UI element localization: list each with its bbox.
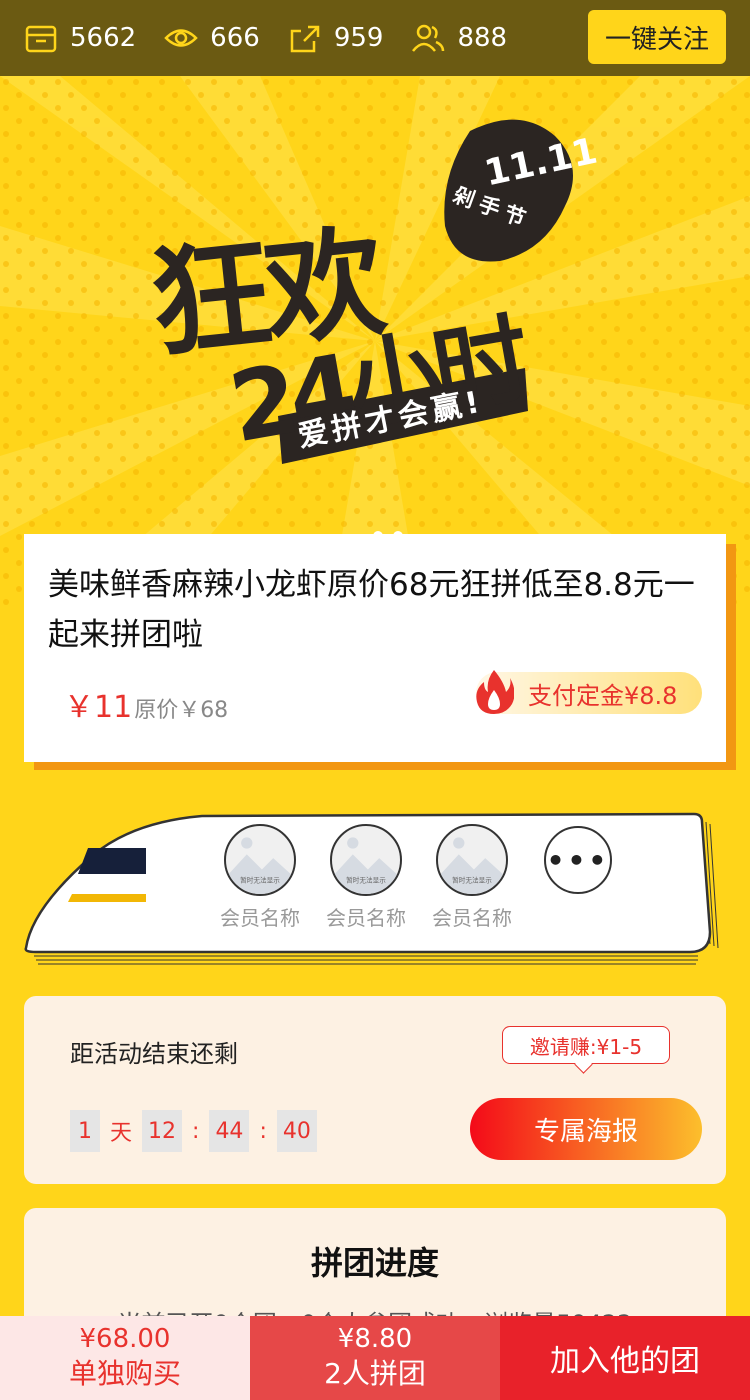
member-item[interactable]: 暂时无法显示 会员名称 (316, 824, 416, 931)
fire-icon (476, 670, 514, 714)
stat-users: 888 (411, 21, 507, 55)
follow-all-button[interactable]: 一键关注 (588, 10, 726, 64)
avatar: 暂时无法显示 (224, 824, 296, 896)
stat-shares: 959 (288, 21, 384, 55)
image-placeholder-icon: 暂时无法显示 (332, 837, 400, 894)
eye-icon (164, 29, 198, 47)
countdown-timer: 1 天 12 : 44 : 40 (70, 1110, 317, 1152)
group-buy-button[interactable]: ¥8.80 2人拼团 (250, 1316, 500, 1400)
member-item[interactable]: 暂时无法显示 会员名称 (422, 824, 522, 931)
price-now: ￥11 (64, 690, 133, 725)
promo-banner[interactable]: 狂欢 24小时 11.11 剁手节 爱拼才会赢! (0, 76, 750, 606)
image-placeholder-icon: 暂时无法显示 (438, 837, 506, 894)
stat-shares-value: 959 (333, 23, 384, 53)
timer-days: 1 (70, 1110, 100, 1152)
timer-minutes: 44 (209, 1110, 250, 1152)
avatar: 暂时无法显示 (436, 824, 508, 896)
avatar-placeholder-text: 暂时无法显示 (240, 876, 280, 885)
more-members-button[interactable]: ••• (544, 826, 612, 894)
share-icon (290, 25, 320, 53)
group-buy-price: ¥8.80 (337, 1324, 413, 1354)
timer-hours: 12 (142, 1110, 183, 1152)
buy-alone-price: ¥68.00 (79, 1324, 171, 1354)
member-name: 会员名称 (326, 906, 406, 930)
shop-icon (25, 25, 57, 53)
price-original: 原价￥68 (134, 698, 229, 723)
timer-separator: : (259, 1118, 267, 1144)
stat-views-value: 666 (210, 23, 260, 53)
member-item[interactable]: 暂时无法显示 会员名称 (210, 824, 310, 931)
countdown-panel: 距活动结束还剩 邀请赚:¥1-5 1 天 12 : 44 : 40 专属海报 (24, 996, 726, 1184)
buy-alone-button[interactable]: ¥68.00 单独购买 (0, 1316, 250, 1400)
countdown-label: 距活动结束还剩 (70, 1040, 238, 1068)
group-members-train: 暂时无法显示 会员名称 暂时无法显示 会员名称 暂时无法显示 会员名称 ••• (22, 808, 722, 968)
avatar: 暂时无法显示 (330, 824, 402, 896)
price-row: ￥11 原价￥68 (64, 682, 228, 726)
member-name: 会员名称 (432, 906, 512, 930)
join-group-button[interactable]: 加入他的团 (500, 1316, 750, 1400)
stat-views: 666 (164, 21, 260, 55)
buy-alone-label: 单独购买 (68, 1357, 181, 1390)
avatar-placeholder-text: 暂时无法显示 (452, 876, 492, 885)
stats-bar: 5662 666 959 888 一键关注 (0, 0, 750, 76)
progress-title: 拼团进度 (310, 1244, 439, 1282)
image-placeholder-icon: 暂时无法显示 (226, 837, 294, 894)
deposit-label: 支付定金¥8.8 (528, 681, 678, 710)
avatar-placeholder-text: 暂时无法显示 (346, 876, 386, 885)
group-buy-label: 2人拼团 (324, 1357, 426, 1390)
stat-users-value: 888 (457, 23, 508, 53)
stat-shop: 5662 (24, 21, 136, 55)
bottom-action-bar: ¥68.00 单独购买 ¥8.80 2人拼团 加入他的团 (0, 1316, 750, 1400)
timer-day-unit: 天 (110, 1121, 133, 1146)
product-card: 美味鲜香麻辣小龙虾原价68元狂拼低至8.8元一起来拼团啦 ￥11 原价￥68 支… (24, 534, 726, 762)
timer-separator: : (192, 1118, 200, 1144)
deposit-tag: 支付定金¥8.8 (476, 670, 702, 714)
product-title: 美味鲜香麻辣小龙虾原价68元狂拼低至8.8元一起来拼团啦 (48, 567, 695, 653)
invite-reward-badge: 邀请赚:¥1-5 (502, 1026, 670, 1064)
stat-shop-value: 5662 (70, 23, 137, 53)
exclusive-poster-button[interactable]: 专属海报 (470, 1098, 702, 1160)
users-icon (412, 24, 445, 52)
timer-seconds: 40 (276, 1110, 317, 1152)
member-name: 会员名称 (220, 906, 300, 930)
